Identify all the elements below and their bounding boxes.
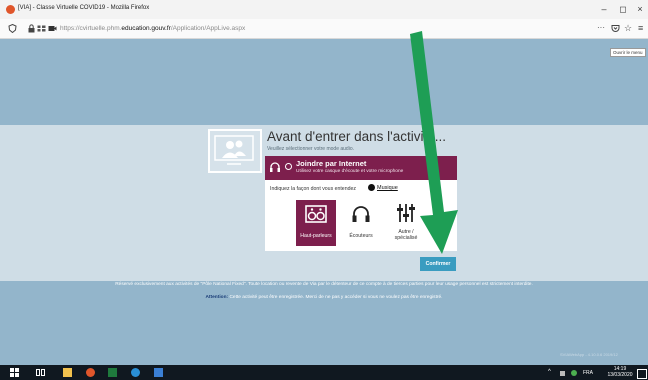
maximize-button[interactable]: ◻ (616, 3, 630, 15)
skype-icon[interactable] (131, 368, 140, 377)
annotation-arrow (410, 31, 458, 254)
tray-chevron-icon[interactable]: ^ (548, 369, 551, 375)
hamburger-menu-icon[interactable]: ≡ (638, 23, 643, 33)
window-title: [VIA] - Classe Virtuelle COVID19 - Mozil… (18, 5, 150, 11)
shield-icon[interactable] (8, 24, 17, 33)
attention-label: Attention: (205, 295, 229, 300)
firefox-taskbar-icon[interactable] (86, 368, 95, 377)
music-test-link[interactable]: Musique (377, 185, 398, 191)
taskbar-clock[interactable]: 14:19 13/03/2020 (606, 366, 634, 378)
language-indicator[interactable]: FRA (583, 370, 593, 376)
firefox-icon (6, 5, 15, 14)
headphones-icon (352, 206, 370, 222)
permissions-icon[interactable] (37, 25, 46, 32)
page-subtitle: Veuillez sélectionner votre mode audio. (267, 146, 354, 152)
close-button[interactable]: × (633, 3, 647, 15)
tray-app-icon[interactable] (571, 370, 577, 376)
presenter-users-icon (214, 135, 254, 165)
url-domain: education.gouv.fr (121, 25, 171, 32)
task-view-icon[interactable] (36, 368, 45, 377)
option-headphones-label: Écouteurs (349, 233, 373, 239)
lock-icon[interactable] (28, 24, 35, 33)
recording-notice-text: Cette activité peut être enregistrée. Me… (229, 295, 443, 300)
recording-notice: Attention: Cette activité peut être enre… (0, 295, 648, 300)
bookmark-star-icon[interactable]: ☆ (624, 23, 632, 33)
address-bar[interactable]: https://cvirtuelle.phm.education.gouv.fr… (60, 25, 245, 32)
menu-tooltip: Ouvrir le menu (610, 48, 646, 57)
network-icon[interactable] (560, 371, 565, 376)
play-music-icon[interactable] (368, 184, 375, 191)
hearing-instruction: Indiquez la façon dont vous entendez (270, 186, 356, 192)
join-internet-subtitle: Utilisez votre casque d'écoute et votre … (296, 169, 404, 174)
speakers-icon (305, 205, 327, 223)
document-icon[interactable] (154, 368, 163, 377)
windows-start-icon[interactable] (10, 368, 19, 377)
app-version: SVIAWebApp - 4.10.0.6 2019/12 (560, 352, 618, 357)
excel-icon[interactable] (108, 368, 117, 377)
join-internet-radio[interactable] (285, 163, 292, 170)
page-actions-menu-icon[interactable]: ··· (597, 23, 605, 33)
file-explorer-icon[interactable] (63, 368, 72, 377)
url-prefix: https://cvirtuelle.phm. (60, 25, 122, 32)
join-internet-title: Joindre par Internet (296, 159, 367, 168)
camera-icon[interactable] (48, 25, 57, 32)
pocket-icon[interactable] (611, 24, 620, 33)
usage-notice: Réservé exclusivement aux activités de "… (115, 282, 533, 287)
clock-date: 13/03/2020 (607, 372, 633, 378)
minimize-button[interactable]: – (597, 3, 611, 15)
url-path: /Application/AppLive.aspx (170, 25, 246, 32)
notifications-icon[interactable] (637, 369, 647, 379)
headset-icon (270, 162, 280, 172)
option-speakers-label: Haut-parleurs (300, 233, 332, 239)
